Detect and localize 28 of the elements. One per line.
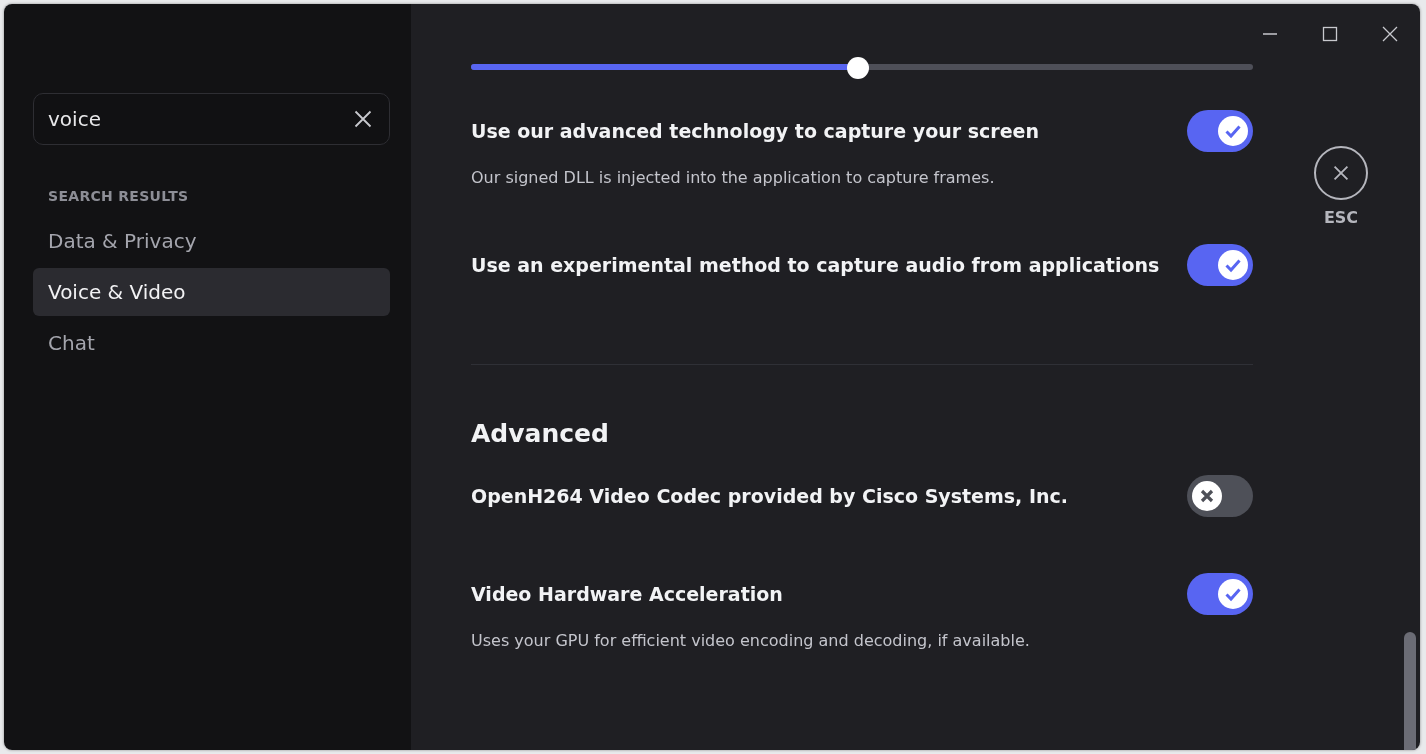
close-button[interactable] — [1314, 146, 1368, 200]
cross-icon — [1192, 481, 1222, 511]
setting-description: Our signed DLL is injected into the application to capture frames. — [471, 168, 996, 188]
check-icon — [1218, 116, 1248, 146]
setting-title: Video Hardware Acceleration — [471, 583, 783, 605]
clear-icon[interactable] — [353, 109, 373, 129]
section-heading: Advanced — [471, 420, 610, 448]
esc-label: ESC — [1323, 208, 1359, 227]
scrollbar[interactable] — [1404, 632, 1416, 750]
sidebar-item[interactable]: Voice & Video — [33, 268, 390, 316]
maximize-icon — [1322, 26, 1338, 42]
sidebar-item[interactable]: Data & Privacy — [33, 217, 390, 265]
setting-title: OpenH264 Video Codec provided by Cisco Systems, Inc. — [471, 485, 1069, 507]
slider-thumb[interactable] — [847, 57, 870, 79]
setting-title: Use an experimental method to capture audio from applications — [471, 254, 1160, 276]
check-icon — [1218, 250, 1248, 280]
setting-title: Use our advanced technology to capture your screen — [471, 120, 1039, 142]
toggle-switch[interactable] — [1187, 244, 1253, 286]
minimize-icon — [1262, 33, 1278, 35]
toggle-switch[interactable] — [1187, 110, 1253, 152]
toggle-switch[interactable] — [1187, 475, 1253, 517]
section-title: SEARCH RESULTS — [48, 188, 190, 205]
check-icon — [1218, 579, 1248, 609]
close-icon — [1382, 26, 1398, 42]
toggle-switch[interactable] — [1187, 573, 1253, 615]
setting-description: Uses your GPU for efficient video encoding and decoding, if available. — [471, 631, 1031, 651]
sidebar-item[interactable]: Chat — [33, 319, 390, 367]
search-field[interactable]: voice — [33, 93, 390, 145]
